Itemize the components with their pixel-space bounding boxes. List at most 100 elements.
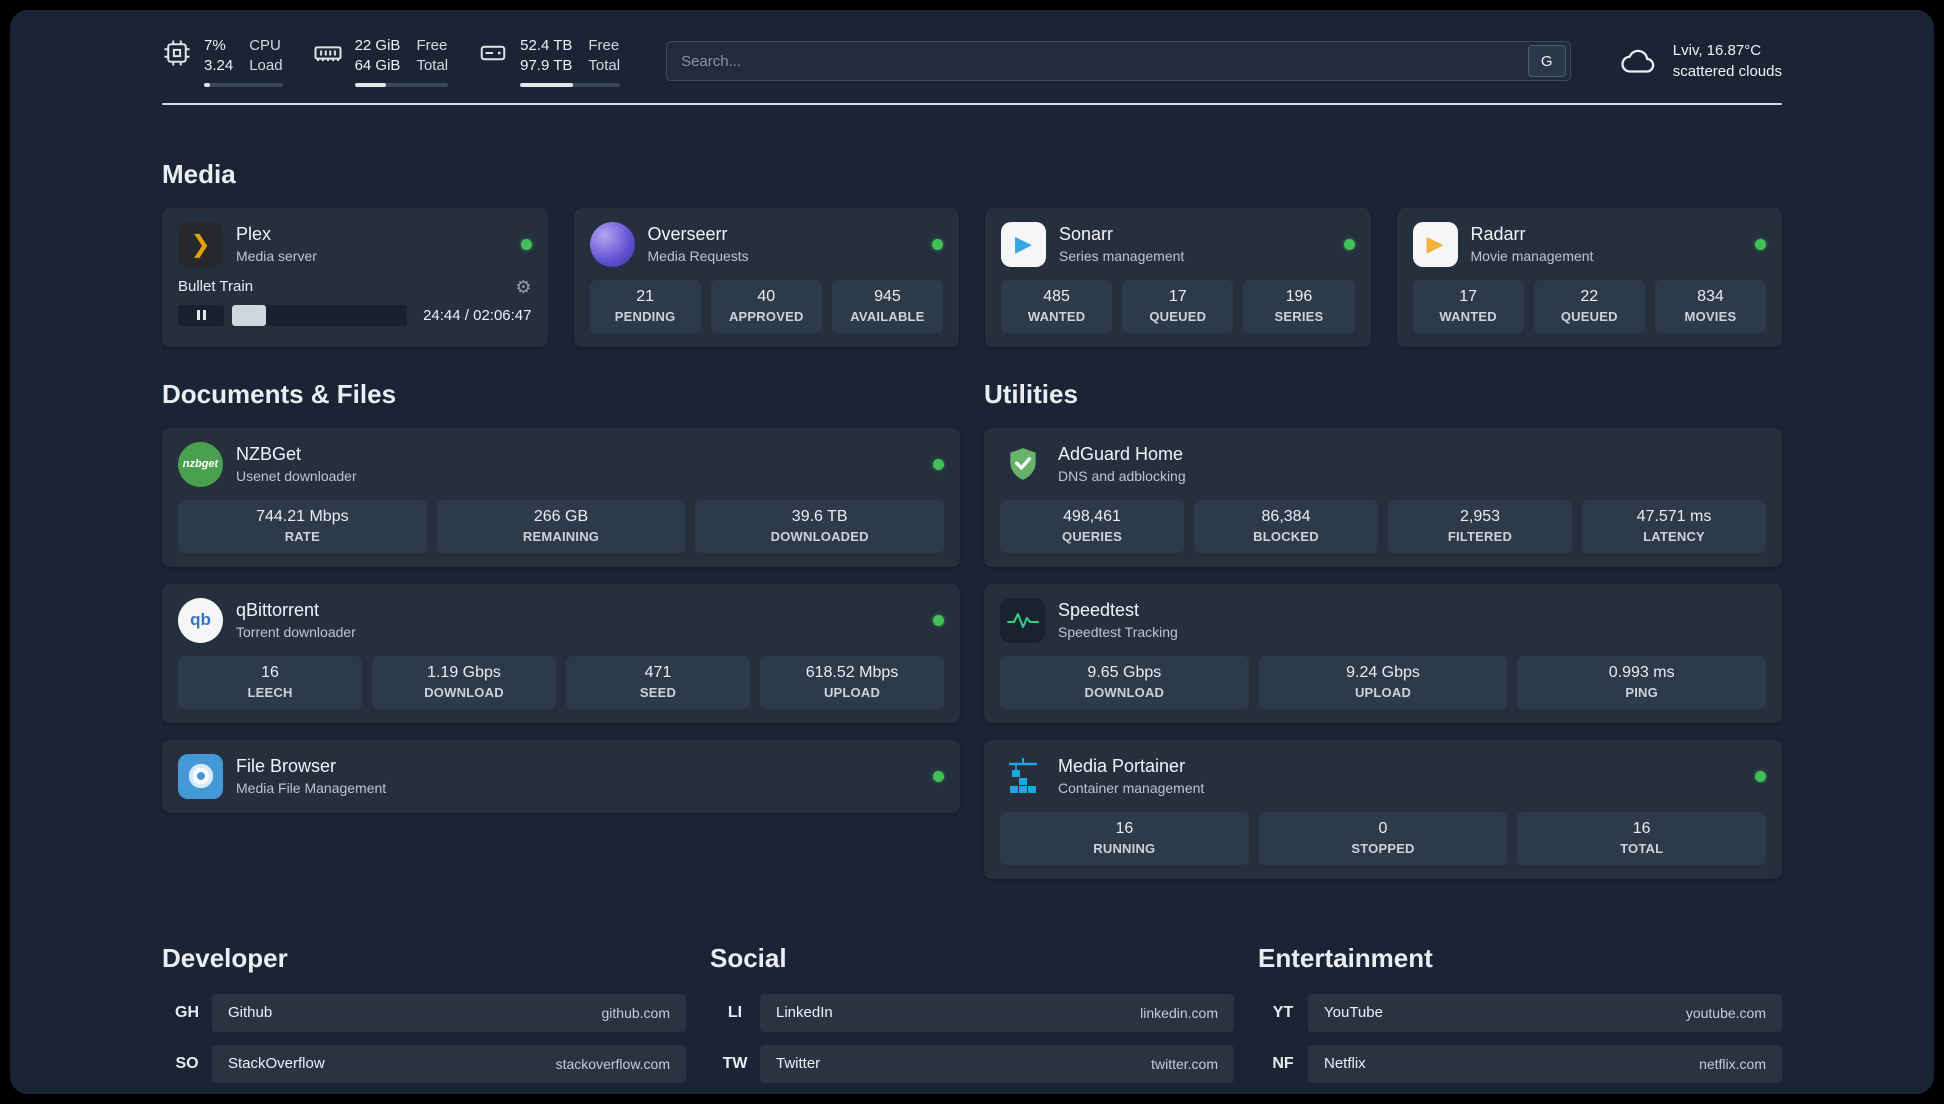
search-bar[interactable]: G — [666, 41, 1571, 82]
ram-progress-bar — [354, 82, 449, 87]
app-card-plex[interactable]: ❯ Plex Media server Bullet Train ⚙ 24:44… — [162, 207, 548, 347]
cpu-labels: CPU Load — [249, 37, 283, 75]
dashboard: 7% 3.24 CPU Load 22 GiB 64 GiB Free Tota… — [10, 10, 1934, 1094]
pause-button[interactable] — [178, 304, 224, 326]
app-name: File Browser — [236, 756, 337, 776]
app-name: AdGuard Home — [1058, 444, 1184, 464]
bookmark-linkedin[interactable]: LI LinkedIn linkedin.com — [710, 993, 1234, 1032]
section-title-media: Media — [162, 158, 236, 189]
app-desc: Media server — [236, 248, 317, 264]
disk-labels: Free Total — [588, 37, 621, 75]
app-desc: Usenet downloader — [236, 468, 357, 484]
filebrowser-icon — [178, 753, 223, 799]
seek-bar[interactable] — [232, 304, 408, 326]
app-card-nzbget[interactable]: nzbget NZBGet Usenet downloader 744.21 M… — [162, 427, 960, 567]
search-engine-button[interactable]: G — [1527, 45, 1566, 78]
stat-box: 945 AVAILABLE — [831, 279, 944, 333]
top-bar: 7% 3.24 CPU Load 22 GiB 64 GiB Free Tota… — [162, 36, 1782, 87]
ram-icon — [314, 46, 342, 62]
app-card-qbittorrent[interactable]: qb qBittorrent Torrent downloader 16 LEEC… — [162, 583, 960, 723]
sonarr-icon: ▶ — [1001, 221, 1046, 267]
cpu-icon — [164, 40, 190, 66]
app-card-sonarr[interactable]: ▶ Sonarr Series management 485 WANTED 17 Q… — [985, 207, 1371, 347]
bookmark-abbr: TW — [722, 1054, 748, 1072]
disk-usage-widget: 52.4 TB 97.9 TB Free Total — [478, 36, 621, 87]
stat-box: 0 STOPPED — [1258, 811, 1508, 865]
weather-location: Lviv, 16.87°C — [1672, 42, 1762, 60]
app-desc: Media File Management — [236, 780, 387, 796]
status-badge — [933, 770, 944, 782]
playback-time: 24:44 / 02:06:47 — [423, 306, 532, 324]
app-name: NZBGet — [236, 444, 302, 464]
status-badge — [932, 238, 943, 250]
bookmark-name: Twitter — [776, 1055, 821, 1072]
cloud-icon — [1621, 50, 1654, 73]
stat-box: 0.993 ms PING — [1517, 655, 1767, 709]
app-card-radarr[interactable]: ▶ Radarr Movie management 17 WANTED 22 QUE… — [1396, 207, 1782, 347]
section-title-utilities: Utilities — [984, 378, 1078, 409]
bookmark-url: github.com — [601, 1004, 670, 1021]
search-input[interactable] — [681, 52, 1528, 70]
stat-box: 2,953 FILTERED — [1388, 499, 1572, 553]
stat-box: 86,384 BLOCKED — [1194, 499, 1378, 553]
bookmark-netflix[interactable]: NF Netflix netflix.com — [1258, 1044, 1782, 1083]
stat-box: 17 WANTED — [1412, 279, 1524, 333]
bookmark-name: StackOverflow — [228, 1055, 325, 1072]
social-column: Social LI LinkedIn linkedin.com TW Twitte… — [710, 943, 1234, 1095]
app-card-portainer[interactable]: Media Portainer Container management 16 R… — [984, 739, 1782, 879]
bookmark-youtube[interactable]: YT YouTube youtube.com — [1258, 993, 1782, 1032]
bookmark-twitter[interactable]: TW Twitter twitter.com — [710, 1044, 1234, 1083]
app-name: qBittorrent — [236, 600, 320, 620]
section-title-social: Social — [710, 942, 787, 973]
bookmark-name: Netflix — [1324, 1055, 1366, 1072]
gear-icon[interactable]: ⚙ — [515, 278, 531, 296]
section-title-documents: Documents & Files — [162, 378, 397, 409]
status-badge — [520, 238, 532, 250]
header-divider — [162, 102, 1782, 105]
status-badge — [1755, 770, 1766, 782]
stat-box: 40 APPROVED — [710, 279, 822, 333]
bookmark-abbr: GH — [175, 1003, 199, 1021]
plex-icon: ❯ — [178, 221, 223, 267]
stat-box: 744.21 Mbps RATE — [178, 499, 427, 553]
section-title-developer: Developer — [162, 942, 288, 973]
bookmark-abbr: SO — [175, 1054, 199, 1072]
developer-column: Developer GH Github github.com SO StackOv… — [162, 943, 686, 1095]
app-card-adguard[interactable]: AdGuard Home DNS and adblocking 498,461 Q… — [984, 427, 1782, 567]
weather-widget: Lviv, 16.87°C scattered clouds — [1619, 40, 1782, 82]
app-desc: Torrent downloader — [236, 624, 356, 640]
entertainment-column: Entertainment YT YouTube youtube.com NF N… — [1258, 943, 1782, 1095]
app-card-overseerr[interactable]: Overseerr Media Requests 21 PENDING 40 APP… — [573, 207, 959, 347]
status-badge — [933, 614, 944, 626]
bookmark-github[interactable]: GH Github github.com — [162, 993, 686, 1032]
stat-box: 485 WANTED — [1001, 279, 1113, 333]
status-badge — [1343, 238, 1355, 250]
stat-box: 9.65 Gbps DOWNLOAD — [1000, 655, 1249, 709]
stat-box: 17 QUEUED — [1122, 279, 1234, 333]
app-card-filebrowser[interactable]: File Browser Media File Management — [162, 739, 960, 813]
disk-values: 52.4 TB 97.9 TB — [520, 37, 573, 75]
utilities-column: Utilities AdGuard Home DNS and adblockin… — [984, 379, 1782, 879]
stat-box: 1.19 Gbps DOWNLOAD — [372, 655, 556, 709]
bookmark-name: LinkedIn — [776, 1004, 833, 1021]
bookmark-stackoverflow[interactable]: SO StackOverflow stackoverflow.com — [162, 1044, 686, 1083]
now-playing-title: Bullet Train — [178, 278, 254, 295]
stat-box: 16 TOTAL — [1517, 811, 1767, 865]
status-badge — [1755, 238, 1766, 250]
stat-box: 266 GB REMAINING — [436, 499, 686, 553]
cpu-usage-widget: 7% 3.24 CPU Load — [162, 36, 283, 87]
app-desc: Speedtest Tracking — [1058, 624, 1178, 640]
app-desc: DNS and adblocking — [1058, 468, 1186, 484]
disk-progress-bar — [520, 82, 621, 87]
weather-condition: scattered clouds — [1672, 63, 1782, 81]
qbittorrent-icon: qb — [178, 597, 223, 643]
stat-box: 471 SEED — [566, 655, 750, 709]
app-card-speedtest[interactable]: Speedtest Speedtest Tracking 9.65 Gbps DO… — [984, 583, 1782, 723]
bookmark-url: twitter.com — [1151, 1055, 1218, 1072]
app-desc: Media Requests — [647, 248, 749, 264]
bookmark-name: Github — [228, 1004, 273, 1021]
portainer-icon — [1000, 754, 1045, 799]
stat-box: 9.24 Gbps UPLOAD — [1258, 655, 1508, 709]
stat-box: 47.571 ms LATENCY — [1582, 499, 1766, 553]
bookmark-abbr: YT — [1272, 1003, 1294, 1021]
